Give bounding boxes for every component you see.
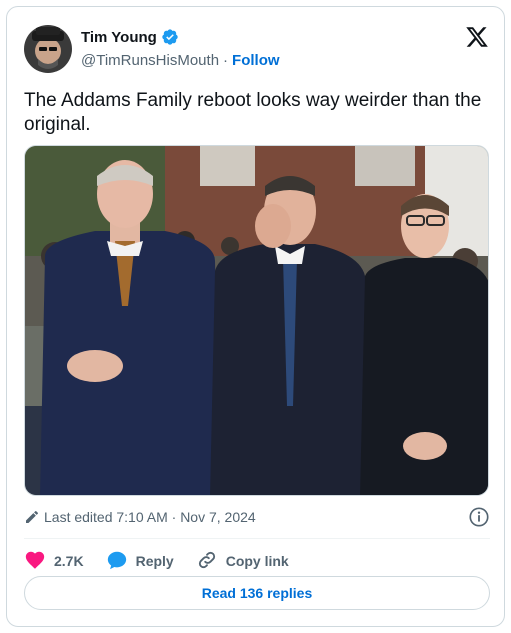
link-icon: [196, 549, 218, 574]
x-logo-icon[interactable]: [465, 25, 489, 49]
tweet-text: The Addams Family reboot looks way weird…: [24, 90, 482, 135]
copy-link-button[interactable]: Copy link: [196, 549, 289, 574]
reply-button[interactable]: Reply: [106, 549, 174, 574]
tweet-actions: 2.7K Reply Copy link: [24, 544, 289, 578]
avatar[interactable]: [24, 25, 72, 73]
edit-info-row: Last edited 7:10 AM · Nov 7, 2024: [24, 506, 490, 528]
author-handle-row: @TimRunsHisMouth · Follow: [81, 52, 280, 69]
author-name-row: Tim Young: [81, 28, 179, 46]
heart-icon: [24, 549, 46, 574]
pencil-icon: [24, 509, 40, 525]
like-button[interactable]: 2.7K: [24, 549, 84, 574]
author-display-name[interactable]: Tim Young: [81, 29, 157, 46]
divider: [24, 538, 490, 539]
tweet-card: Tim Young @TimRunsHisMouth · Follow The …: [6, 6, 505, 627]
tweet-photo[interactable]: [24, 145, 489, 496]
reply-icon: [106, 549, 128, 574]
separator-dot: ·: [223, 52, 229, 69]
follow-button[interactable]: Follow: [232, 52, 280, 69]
reply-label: Reply: [135, 553, 174, 569]
like-count: 2.7K: [54, 553, 84, 569]
copy-link-label: Copy link: [225, 553, 289, 569]
author-handle[interactable]: @TimRunsHisMouth: [81, 52, 219, 69]
read-replies-button[interactable]: Read 136 replies: [24, 576, 490, 610]
verified-badge-icon: [161, 28, 179, 46]
info-icon[interactable]: [468, 506, 490, 528]
edited-timestamp[interactable]: Last edited 7:10 AM · Nov 7, 2024: [44, 509, 256, 525]
